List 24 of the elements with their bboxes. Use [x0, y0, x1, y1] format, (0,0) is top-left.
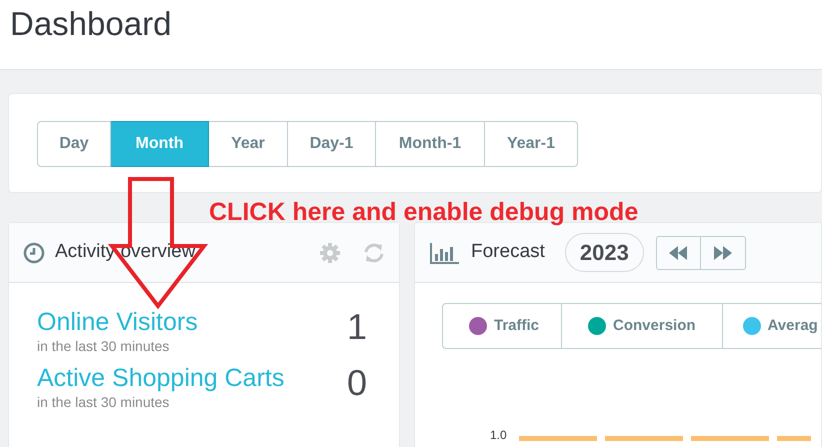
- period-tab[interactable]: Month: [111, 121, 209, 167]
- clock-icon: [23, 242, 45, 264]
- axis-label: 1.0: [490, 429, 507, 441]
- metric-caption: in the last 30 minutes: [37, 337, 170, 355]
- period-tab[interactable]: Year-1: [485, 121, 578, 167]
- metric-value: 0: [346, 363, 367, 403]
- rewind-icon: [668, 246, 688, 260]
- panel-title: Forecast: [471, 240, 545, 264]
- period-tab[interactable]: Day: [37, 121, 111, 167]
- period-tab[interactable]: Month-1: [376, 121, 485, 167]
- metric-link[interactable]: Active Shopping Carts: [37, 363, 284, 393]
- annotation-text: CLICK here and enable debug mode: [209, 197, 638, 228]
- legend-toggle[interactable]: Conversion: [562, 304, 723, 348]
- fast-forward-icon: [712, 246, 733, 260]
- metric-caption: in the last 30 minutes: [37, 393, 170, 411]
- metric-value: 1: [346, 307, 367, 347]
- year-badge: 2023: [564, 233, 644, 272]
- bar-chart-icon: [429, 240, 459, 264]
- page-title: Dashboard: [10, 4, 172, 44]
- metric-link[interactable]: Online Visitors: [37, 307, 198, 337]
- period-tab[interactable]: Day-1: [288, 121, 376, 167]
- legend-toggle[interactable]: Traffic: [443, 304, 562, 348]
- period-tab[interactable]: Year: [209, 121, 288, 167]
- legend-toggle[interactable]: Averag: [722, 304, 818, 348]
